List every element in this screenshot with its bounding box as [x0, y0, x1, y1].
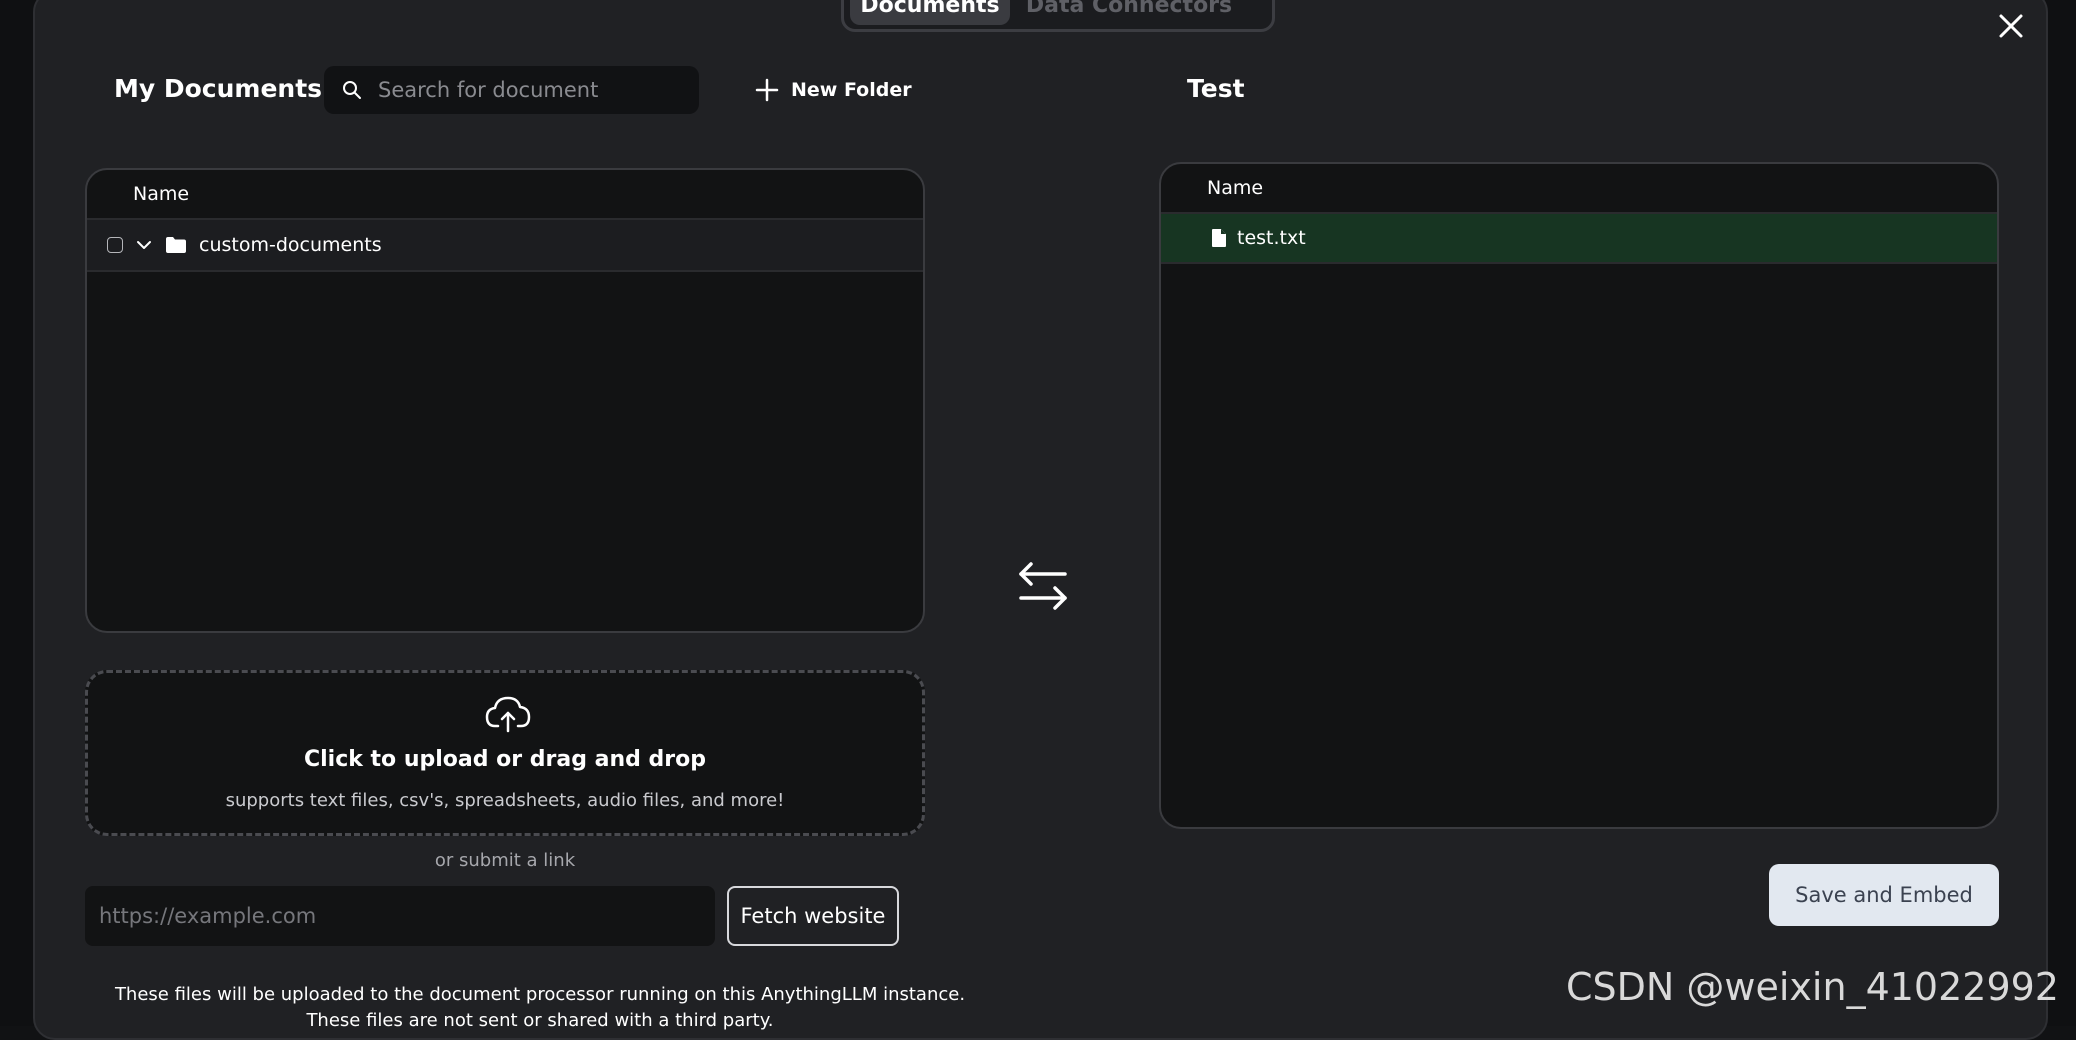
- upload-title: Click to upload or drag and drop: [303, 747, 706, 772]
- file-row[interactable]: test.txt: [1161, 214, 1997, 264]
- plus-icon: [755, 78, 779, 102]
- folder-checkbox[interactable]: [107, 237, 123, 253]
- column-header-name-right: Name: [1161, 164, 1997, 214]
- my-documents-panel: Name custom-documents: [85, 168, 925, 633]
- save-and-embed-button[interactable]: Save and Embed: [1769, 864, 1999, 926]
- upload-note-line2: These files are not sent or shared with …: [306, 1010, 774, 1031]
- tab-data-connectors[interactable]: Data Connectors: [1024, 0, 1234, 25]
- tab-bar: Documents Data Connectors: [841, 0, 1275, 32]
- upload-subtitle: supports text files, csv's, spreadsheets…: [225, 790, 785, 811]
- upload-note-line1: These files will be uploaded to the docu…: [114, 984, 966, 1005]
- search-box: [324, 66, 699, 114]
- column-header-name: Name: [87, 170, 923, 220]
- cloud-upload-icon: [485, 696, 531, 733]
- workspace-documents-panel: Name test.txt: [1159, 162, 1999, 829]
- tab-documents[interactable]: Documents: [850, 0, 1010, 25]
- chevron-down-icon[interactable]: [135, 236, 153, 254]
- workspace-title: Test: [1187, 74, 1245, 103]
- folder-icon: [165, 236, 187, 254]
- url-input[interactable]: [85, 886, 715, 946]
- transfer-icon[interactable]: [1015, 558, 1071, 614]
- close-button[interactable]: [1991, 6, 2031, 46]
- documents-modal: Documents Data Connectors My Documents N…: [33, 0, 2048, 1040]
- watermark: CSDN @weixin_41022992: [1566, 965, 2059, 1009]
- file-name: test.txt: [1237, 227, 1306, 249]
- upload-dropzone[interactable]: Click to upload or drag and drop support…: [85, 670, 925, 836]
- upload-note: These files will be uploaded to the docu…: [85, 982, 995, 1034]
- fetch-website-button[interactable]: Fetch website: [727, 886, 899, 946]
- folder-name: custom-documents: [199, 234, 382, 256]
- folder-row[interactable]: custom-documents: [87, 220, 923, 272]
- my-documents-title: My Documents: [114, 74, 323, 103]
- close-icon: [1999, 14, 2023, 38]
- file-icon: [1211, 228, 1227, 248]
- search-icon: [343, 81, 361, 99]
- search-input[interactable]: [376, 77, 680, 103]
- new-folder-button[interactable]: New Folder: [755, 72, 912, 108]
- or-submit-link-label: or submit a link: [434, 850, 576, 871]
- new-folder-label: New Folder: [791, 79, 912, 101]
